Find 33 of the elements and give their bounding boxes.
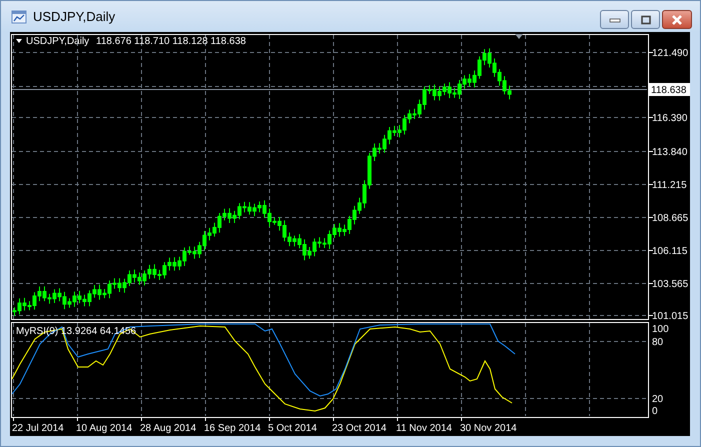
time-axis-label: 28 Aug 2014 — [140, 423, 196, 434]
rsi-axis-label: 20 — [652, 394, 664, 405]
price-axis-label: 101.015 — [652, 311, 688, 322]
close-button[interactable] — [662, 10, 692, 29]
time-axis-label: 16 Sep 2014 — [204, 423, 261, 434]
close-icon — [670, 14, 684, 24]
time-axis-label: 5 Oct 2014 — [268, 423, 317, 434]
window-title: USDJPY,Daily — [33, 9, 116, 24]
rsi-axis-label: 80 — [652, 337, 664, 348]
time-axis-label: 22 Jul 2014 — [12, 423, 64, 434]
price-axis-label: 103.565 — [652, 279, 688, 290]
symbol-label: USDJPY,Daily — [26, 36, 90, 47]
minimize-button[interactable] — [600, 10, 629, 29]
price-axis-label: 108.665 — [652, 213, 688, 224]
price-axis-label: 106.115 — [652, 246, 688, 257]
time-axis-label: 23 Oct 2014 — [332, 423, 386, 434]
time-axis-label: 30 Nov 2014 — [460, 423, 517, 434]
price-axis-label: 113.840 — [652, 147, 688, 158]
rsi-axis-label: 0 — [652, 406, 658, 417]
chart-window-icon — [11, 8, 27, 24]
maximize-icon — [640, 14, 652, 24]
maximize-button[interactable] — [631, 10, 660, 29]
price-axis-label: 111.215 — [652, 180, 687, 191]
current-price-label: 118.638 — [649, 83, 690, 96]
ohlc-values: 118.676 118.710 118.128 118.638 — [96, 36, 246, 47]
price-axis-label: 121.490 — [652, 48, 688, 59]
time-axis-label: 10 Aug 2014 — [76, 423, 132, 434]
rsi-axis-label: 100 — [652, 324, 669, 335]
time-axis-label: 11 Nov 2014 — [396, 423, 452, 434]
minimize-icon — [608, 16, 620, 22]
shift-marker-icon — [515, 34, 523, 39]
collapse-triangle-icon[interactable] — [16, 39, 22, 43]
price-axis-label: 116.390 — [652, 113, 688, 124]
